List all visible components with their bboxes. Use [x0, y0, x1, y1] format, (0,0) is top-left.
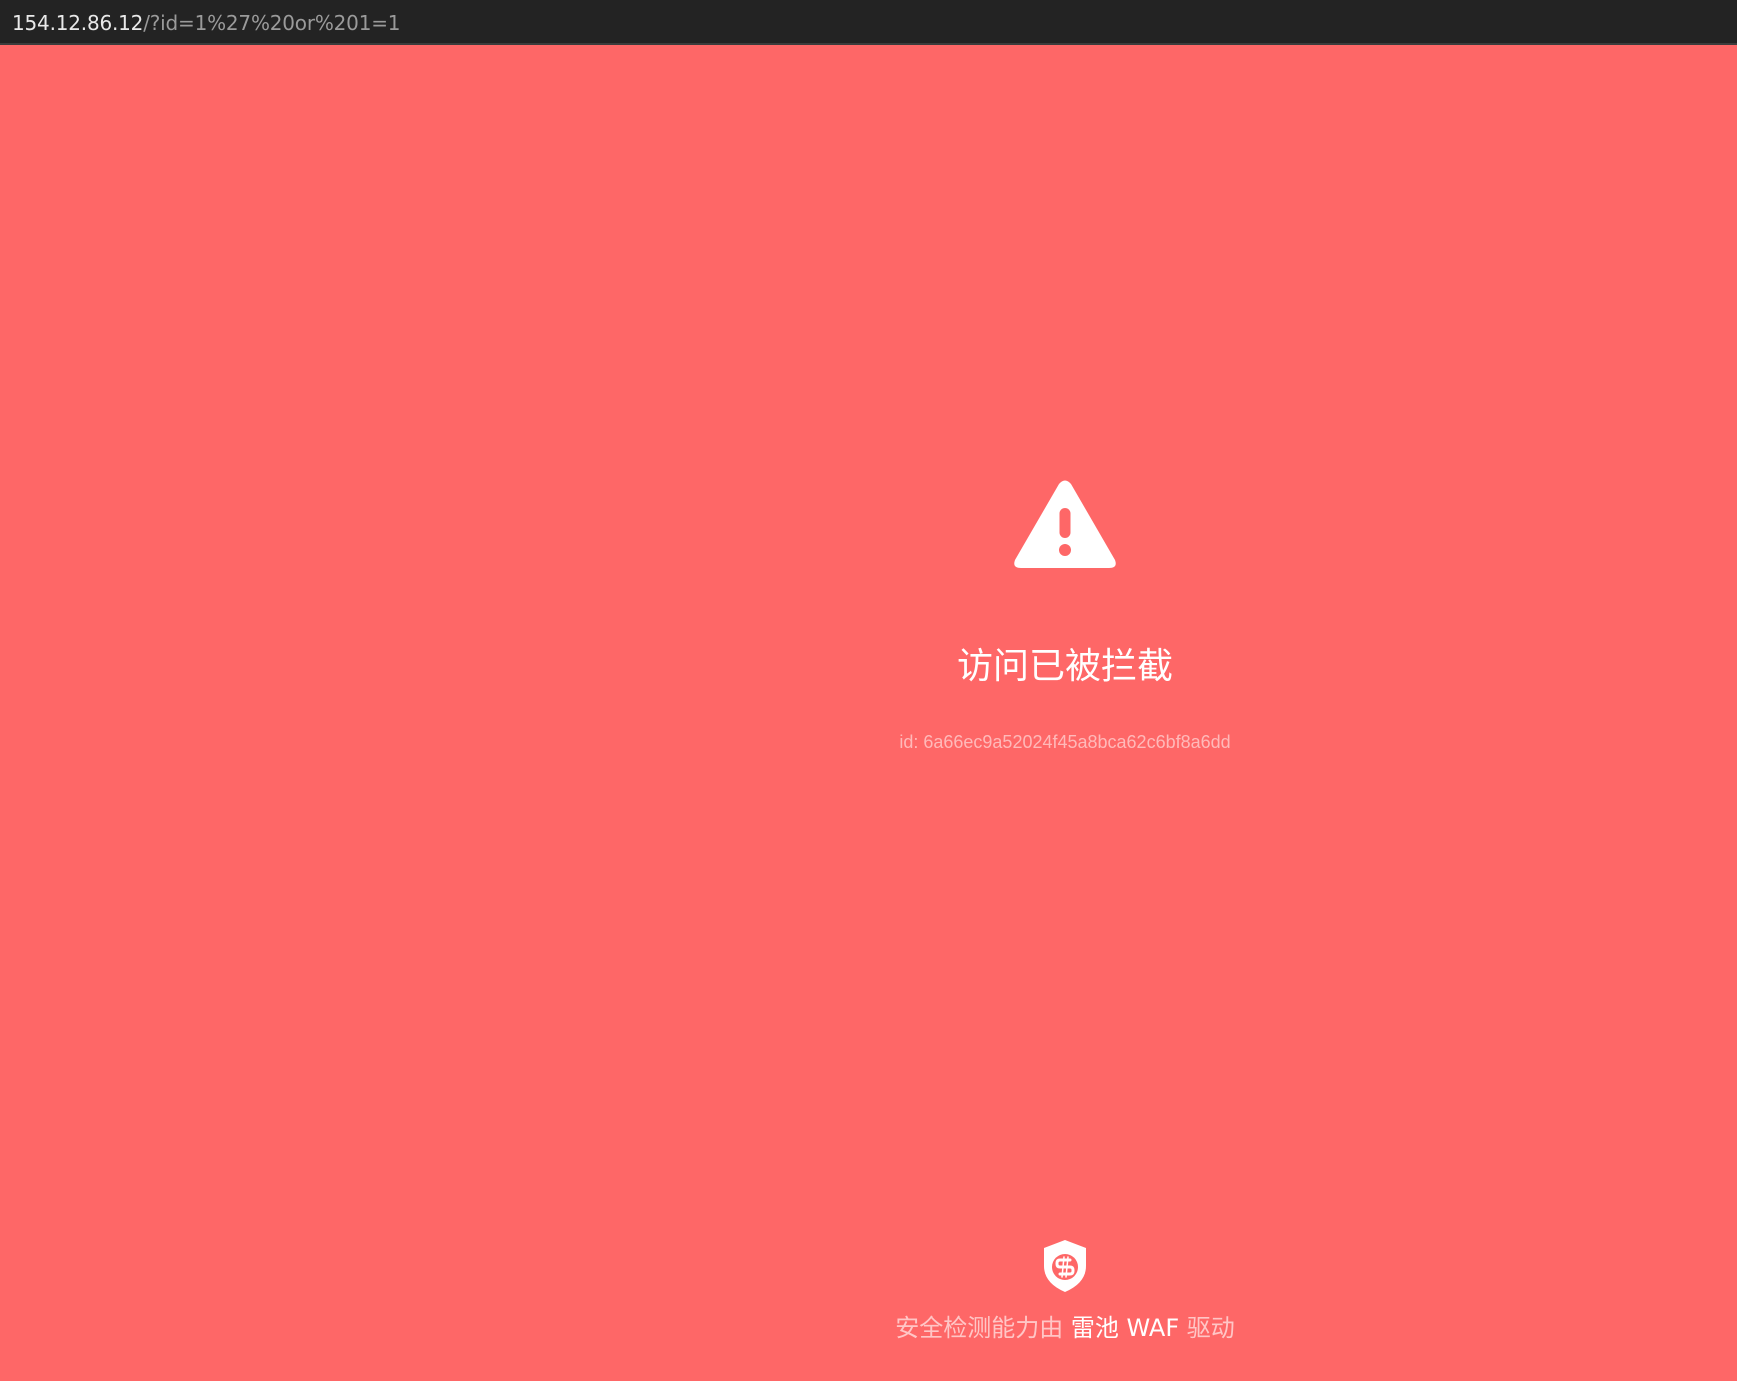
footer-brand-link[interactable]: 雷池 WAF	[1071, 1314, 1179, 1342]
url-text[interactable]: 154.12.86.12/?id=1%27%20or%201=1	[12, 10, 401, 36]
footer-powered-by: 安全检测能力由 雷池 WAF 驱动	[815, 1312, 1315, 1344]
footer-suffix: 驱动	[1186, 1314, 1235, 1342]
url-path-query: /?id=1%27%20or%201=1	[143, 11, 401, 35]
browser-address-bar[interactable]: 154.12.86.12/?id=1%27%20or%201=1	[0, 0, 1737, 45]
url-host: 154.12.86.12	[12, 11, 144, 35]
footer-prefix: 安全检测能力由	[895, 1314, 1064, 1342]
event-id: id: 6a66ec9a52024f45a8bca62c6bf8a6dd	[899, 732, 1231, 752]
block-title: 访问已被拦截	[956, 646, 1173, 687]
warning-triangle-icon	[1014, 480, 1116, 568]
waf-block-page	[0, 47, 1737, 1381]
safeline-shield-icon	[1044, 1240, 1086, 1292]
